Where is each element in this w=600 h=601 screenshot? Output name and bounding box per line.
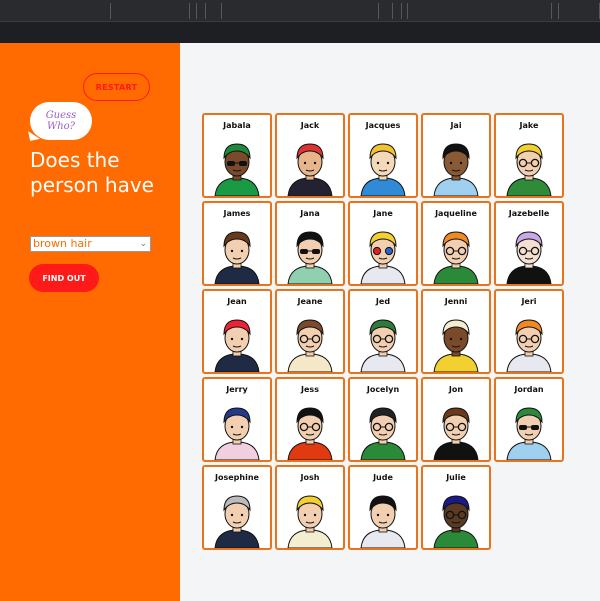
portrait-image (360, 319, 406, 372)
character-name: Jerry (226, 385, 248, 394)
portrait-image (214, 143, 260, 196)
character-card[interactable]: Jed (348, 289, 418, 374)
portrait-image (287, 407, 333, 460)
character-name: Jazebelle (508, 209, 550, 218)
character-card[interactable]: Jane (348, 201, 418, 286)
character-name: Jocelyn (366, 385, 400, 394)
character-card[interactable]: Jack (275, 113, 345, 198)
character-card[interactable]: Jacques (348, 113, 418, 198)
character-name: Jed (375, 297, 391, 306)
portrait-image (433, 143, 479, 196)
character-name: Jaqueline (435, 209, 477, 218)
portrait-image (433, 407, 479, 460)
logo-line-1: Guess (45, 110, 77, 121)
character-card[interactable]: Jean (202, 289, 272, 374)
character-card[interactable]: Jeane (275, 289, 345, 374)
trait-select-value: brown hair (33, 237, 92, 250)
portrait-image (287, 495, 333, 548)
browser-toolbar (0, 0, 600, 43)
portrait-image (214, 495, 260, 548)
toolbar-segment[interactable] (407, 3, 552, 19)
character-card[interactable]: Julie (421, 465, 491, 550)
character-grid: Jabala Jack Jacques Jai Jake James Jana Jane Jaq… (202, 113, 567, 550)
toolbar-segment[interactable] (221, 3, 379, 19)
chevron-down-icon: ⌄ (139, 239, 147, 249)
restart-button[interactable]: RESTART (83, 73, 150, 101)
logo-text: Guess Who? (30, 110, 92, 132)
character-name: Jabala (223, 121, 251, 130)
character-card[interactable]: Jeri (494, 289, 564, 374)
character-name: Jeane (297, 297, 323, 306)
character-name: Jacques (365, 121, 401, 130)
portrait-image (360, 143, 406, 196)
guess-who-logo: Guess Who? (28, 102, 92, 141)
character-name: Josh (300, 473, 320, 482)
character-name: James (223, 209, 251, 218)
character-card[interactable]: Jude (348, 465, 418, 550)
portrait-image (214, 319, 260, 372)
question-heading: Does the person have (30, 148, 154, 197)
character-card[interactable]: Jerry (202, 377, 272, 462)
character-name: Jake (519, 121, 539, 130)
toolbar-segment[interactable] (558, 3, 600, 19)
character-card[interactable]: Jenni (421, 289, 491, 374)
portrait-image (287, 319, 333, 372)
character-card[interactable]: Jocelyn (348, 377, 418, 462)
character-card[interactable]: Jai (421, 113, 491, 198)
find-out-button[interactable]: FIND OUT (29, 264, 99, 292)
portrait-image (287, 143, 333, 196)
portrait-image (433, 231, 479, 284)
character-card[interactable]: Jazebelle (494, 201, 564, 286)
portrait-image (506, 319, 552, 372)
character-card[interactable]: Josh (275, 465, 345, 550)
character-name: Jai (450, 121, 462, 130)
character-card[interactable]: Jess (275, 377, 345, 462)
portrait-image (214, 231, 260, 284)
character-name: Jana (300, 209, 320, 218)
portrait-image (433, 495, 479, 548)
portrait-image (506, 143, 552, 196)
character-name: Jenni (444, 297, 468, 306)
character-name: Jordan (514, 385, 544, 394)
portrait-image (287, 231, 333, 284)
character-name: Jeri (521, 297, 537, 306)
character-name: Julie (446, 473, 466, 482)
toolbar-segment[interactable] (196, 3, 206, 19)
character-card[interactable]: Jake (494, 113, 564, 198)
portrait-image (360, 407, 406, 460)
portrait-image (360, 495, 406, 548)
character-name: Jude (373, 473, 393, 482)
portrait-image (506, 407, 552, 460)
portrait-image (360, 231, 406, 284)
toolbar-segment[interactable] (392, 3, 402, 19)
character-name: Jon (448, 385, 464, 394)
toolbar-segment[interactable] (110, 3, 190, 19)
character-card[interactable]: James (202, 201, 272, 286)
character-card[interactable]: Josephine (202, 465, 272, 550)
character-card[interactable]: Jana (275, 201, 345, 286)
portrait-image (214, 407, 260, 460)
character-card[interactable]: Jon (421, 377, 491, 462)
question-panel: RESTART Guess Who? Does the person have … (0, 43, 180, 601)
character-name: Jean (227, 297, 247, 306)
character-card[interactable]: Jabala (202, 113, 272, 198)
character-name: Jack (300, 121, 320, 130)
portrait-image (506, 231, 552, 284)
character-name: Jess (301, 385, 319, 394)
character-card[interactable]: Jordan (494, 377, 564, 462)
trait-select[interactable]: brown hair ⌄ (30, 236, 151, 252)
character-card[interactable]: Jaqueline (421, 201, 491, 286)
character-name: Josephine (215, 473, 259, 482)
portrait-image (433, 319, 479, 372)
logo-line-2: Who? (46, 121, 76, 132)
character-name: Jane (373, 209, 393, 218)
